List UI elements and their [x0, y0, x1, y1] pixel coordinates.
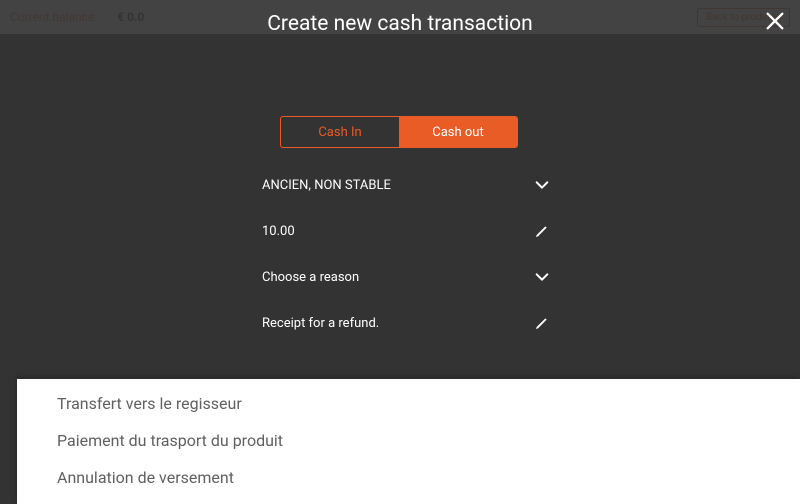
close-icon	[764, 10, 786, 32]
reason-option[interactable]: Paiement du trasport du produit	[17, 422, 800, 459]
reason-option[interactable]: Transfert vers le regisseur	[17, 385, 800, 422]
modal-title: Create new cash transaction	[0, 12, 800, 36]
reason-dropdown: Transfert vers le regisseur Paiement du …	[17, 379, 800, 504]
cash-out-tab[interactable]: Cash out	[399, 117, 517, 147]
cash-in-tab[interactable]: Cash In	[281, 117, 399, 147]
client-row[interactable]: ANCIEN, NON STABLE	[262, 162, 550, 208]
note-value: Receipt for a refund.	[262, 316, 530, 331]
amount-row[interactable]: 10.00	[262, 208, 550, 254]
fields-area: ANCIEN, NON STABLE 10.00 Choose a reason…	[262, 162, 550, 346]
reason-row[interactable]: Choose a reason	[262, 254, 550, 300]
pencil-icon	[530, 315, 550, 331]
reason-option[interactable]: Annulation de versement	[17, 459, 800, 496]
client-value: ANCIEN, NON STABLE	[262, 178, 530, 193]
chevron-down-icon	[530, 177, 550, 193]
note-row[interactable]: Receipt for a refund.	[262, 300, 550, 346]
reason-value: Choose a reason	[262, 270, 530, 285]
chevron-down-icon	[530, 269, 550, 285]
cash-direction-toggle: Cash In Cash out	[280, 116, 518, 148]
pencil-icon	[530, 223, 550, 239]
amount-value: 10.00	[262, 224, 530, 239]
close-button[interactable]	[764, 10, 786, 36]
